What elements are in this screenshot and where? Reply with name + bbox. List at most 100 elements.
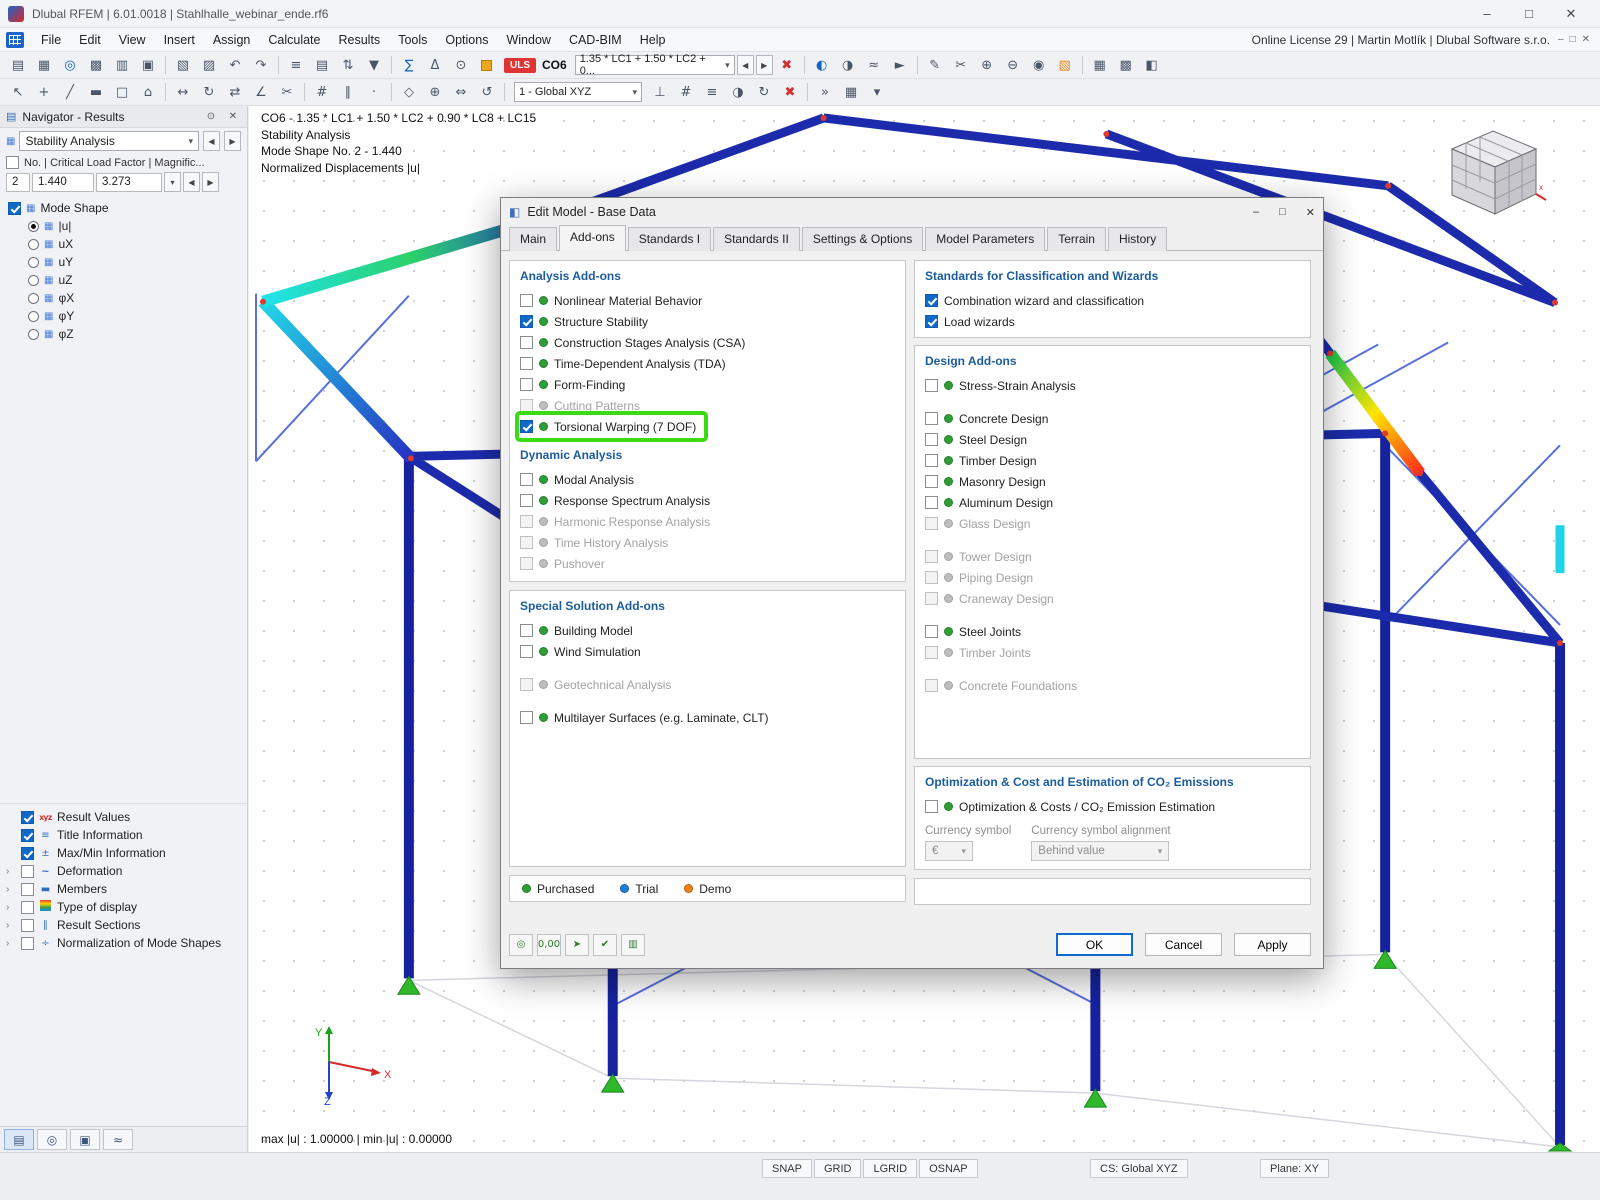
checkbox[interactable] — [925, 625, 938, 638]
checkbox[interactable] — [520, 420, 533, 433]
radio-button[interactable] — [28, 311, 39, 322]
checkbox[interactable] — [520, 294, 533, 307]
dialog-close-button[interactable]: ✕ — [1306, 206, 1315, 219]
plane-grid-icon[interactable]: # — [674, 81, 698, 103]
mode-shape-node[interactable]: ▦ Mode Shape — [8, 199, 243, 217]
expand-chevron-icon[interactable]: › — [6, 938, 16, 949]
previous-view-icon[interactable]: ↺ — [475, 81, 499, 103]
decimal-places-icon[interactable]: 0,00 — [537, 934, 561, 956]
status-toggle[interactable]: GRID — [814, 1159, 862, 1178]
checkbox[interactable] — [520, 515, 533, 528]
previous-result-button[interactable]: ◀ — [203, 131, 220, 151]
pin-icon[interactable]: ⊙ — [203, 111, 219, 122]
work-plane-status[interactable]: Plane: XY — [1260, 1159, 1329, 1178]
checkbox[interactable] — [520, 536, 533, 549]
addon-item[interactable]: Aluminum Design — [925, 492, 1300, 513]
checkbox[interactable] — [925, 517, 938, 530]
checkbox[interactable] — [520, 315, 533, 328]
dialog-titlebar[interactable]: ◧ Edit Model - Base Data – □ ✕ — [501, 198, 1323, 226]
analysis-type-select[interactable]: Stability Analysis ▾ — [19, 131, 199, 151]
panel-manager-icon[interactable]: ▤ — [4, 1129, 34, 1150]
display-option[interactable]: › Result Values — [6, 808, 243, 826]
mode-shape-selector-row[interactable]: 2 1.440 3.273 ▾ ◀ ▶ — [0, 171, 247, 193]
new-model-icon[interactable]: ▤ — [6, 54, 30, 76]
split-view-icon[interactable]: ◧ — [1140, 54, 1164, 76]
menu-item[interactable]: Window — [497, 30, 559, 50]
checkbox[interactable] — [925, 475, 938, 488]
dialog-minimize-button[interactable]: – — [1253, 206, 1259, 219]
dialog-maximize-button[interactable]: □ — [1279, 206, 1286, 219]
save-template-icon[interactable]: ✔ — [593, 934, 617, 956]
checkbox[interactable] — [520, 678, 533, 691]
toolbar-button[interactable] — [804, 56, 805, 74]
maximize-button[interactable]: □ — [1508, 0, 1550, 27]
doc-restore-icon[interactable]: □ — [1570, 34, 1576, 45]
checkbox[interactable] — [925, 379, 938, 392]
quick-access-icon[interactable] — [6, 32, 24, 48]
checkbox[interactable] — [520, 494, 533, 507]
result-diagrams-icon[interactable]: ≈ — [862, 54, 886, 76]
status-toggle[interactable]: OSNAP — [919, 1159, 978, 1178]
check-model-icon[interactable]: ⊙ — [449, 54, 473, 76]
trim-icon[interactable]: ✂ — [275, 81, 299, 103]
apply-button[interactable]: Apply — [1234, 933, 1311, 956]
annotations-icon[interactable]: ✎ — [923, 54, 947, 76]
expand-chevron-icon[interactable]: › — [6, 902, 16, 913]
previous-mode-button[interactable]: ◀ — [183, 172, 200, 192]
toolbar-button[interactable] — [278, 56, 279, 74]
dlubal-network-icon[interactable]: ◎ — [58, 54, 82, 76]
display-option[interactable]: › Normalization of Mode Shapes — [6, 934, 243, 952]
redo-icon[interactable]: ↷ — [249, 54, 273, 76]
model-data-icon[interactable]: ▩ — [84, 54, 108, 76]
dimensions-icon[interactable]: ∠ — [249, 81, 273, 103]
favorites-icon[interactable]: ◎ — [509, 934, 533, 956]
checkbox[interactable] — [520, 357, 533, 370]
radio-button[interactable] — [28, 239, 39, 250]
coordinate-system-combo[interactable]: 1 - Global XYZ ▾ — [514, 82, 642, 102]
undo-icon[interactable]: ↶ — [223, 54, 247, 76]
doc-minimize-icon[interactable]: – — [1558, 34, 1564, 45]
work-plane-icon[interactable]: ⊥ — [648, 81, 672, 103]
addon-item[interactable]: Steel Joints — [925, 621, 1300, 642]
mode-component-option[interactable]: ▦ uZ — [28, 271, 243, 289]
addon-item[interactable]: Timber Joints — [925, 642, 1300, 663]
dialog-tab[interactable]: Settings & Options — [802, 227, 923, 251]
menu-item[interactable]: Edit — [70, 30, 110, 50]
menu-item[interactable]: Assign — [204, 30, 260, 50]
table-import-export-icon[interactable]: ⇅ — [336, 54, 360, 76]
addon-item[interactable]: Masonry Design — [925, 471, 1300, 492]
report-icon[interactable]: ▩ — [1114, 54, 1138, 76]
addon-item[interactable]: Time-Dependent Analysis (TDA) — [520, 353, 895, 374]
mode-component-option[interactable]: ▦ φY — [28, 307, 243, 325]
toolbar-button[interactable] — [1082, 56, 1083, 74]
addon-item[interactable]: Timber Design — [925, 450, 1300, 471]
addon-item[interactable]: Craneway Design — [925, 588, 1300, 609]
checkbox[interactable] — [520, 399, 533, 412]
chevron-down-icon[interactable]: ▾ — [164, 172, 181, 192]
snap-points-icon[interactable]: · — [362, 81, 386, 103]
menu-item[interactable]: View — [110, 30, 155, 50]
mode-component-option[interactable]: ▦ uX — [28, 235, 243, 253]
tables-toggle-icon[interactable]: ▦ — [1088, 54, 1112, 76]
menu-item[interactable]: Calculate — [259, 30, 329, 50]
expand-chevron-icon[interactable]: › — [6, 920, 16, 931]
display-option[interactable]: › Title Information — [6, 826, 243, 844]
save-model-icon[interactable]: ▣ — [136, 54, 160, 76]
menu-item[interactable]: File — [32, 30, 70, 50]
menu-item[interactable]: Help — [631, 30, 675, 50]
radio-button[interactable] — [28, 257, 39, 268]
addon-item[interactable]: Steel Design — [925, 429, 1300, 450]
navigator-panels-icon[interactable]: ▥ — [110, 54, 134, 76]
menu-item[interactable]: Insert — [155, 30, 204, 50]
isometric-view-icon[interactable]: ◇ — [397, 81, 421, 103]
addon-item[interactable]: Modal Analysis — [520, 469, 895, 490]
addon-item[interactable]: Torsional Warping (7 DOF) — [520, 416, 704, 437]
table-header-checkbox[interactable] — [6, 156, 19, 169]
checkbox[interactable] — [8, 202, 21, 215]
display-colors-icon[interactable]: ▧ — [1053, 54, 1077, 76]
checkbox[interactable] — [21, 883, 34, 896]
addon-item[interactable]: Geotechnical Analysis — [520, 674, 895, 695]
checkbox[interactable] — [925, 412, 938, 425]
toolbar-button[interactable] — [165, 56, 166, 74]
toolbar-button[interactable] — [165, 83, 166, 101]
